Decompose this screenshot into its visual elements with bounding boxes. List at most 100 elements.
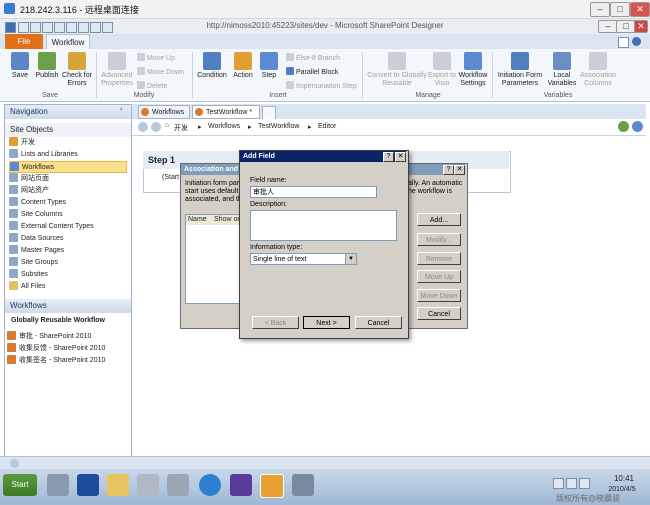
nav-item-data-sources[interactable]: Data Sources [9,233,127,245]
nav-item-site[interactable]: 开发 [9,137,127,149]
initiation-form-parameters-button[interactable]: Initiation Form Parameters [495,52,545,88]
lists-icon [9,149,18,158]
tools-icon[interactable] [137,474,159,496]
settings-icon[interactable] [167,474,189,496]
workflow-item-signatures[interactable]: 收集签名 - SharePoint 2010 [7,355,125,367]
back-icon[interactable] [138,122,148,132]
condition-button[interactable]: Condition [196,52,228,80]
nav-item-subsites[interactable]: Subsites [9,269,127,281]
server-manager-icon[interactable] [47,474,69,496]
add-field-help-button[interactable]: ? [383,152,394,162]
app-close-button[interactable]: ✕ [634,20,648,33]
workflows-section-header[interactable]: Workflows [5,299,131,313]
add-field-cancel-button[interactable]: Cancel [355,316,402,329]
tray-flag-icon[interactable] [553,478,564,489]
advanced-properties-button[interactable]: Advanced Properties [99,52,135,88]
back-button[interactable]: < Back [252,316,299,329]
move-up-column-button[interactable]: Move Up [417,270,461,283]
move-up-button[interactable]: Move Up [137,53,175,62]
tab-workflow[interactable]: Workflow [46,34,90,50]
status-bar [0,456,650,470]
add-field-close-button[interactable]: ✕ [395,152,406,162]
publish-icon [38,52,56,70]
add-button[interactable]: Add... [417,213,461,226]
step-button[interactable]: Step [258,52,280,80]
visual-studio-icon[interactable] [230,474,252,496]
impersonation-step-button[interactable]: Impersonation Step [286,81,357,90]
remove-button[interactable]: Remove [417,252,461,265]
column-header-show-on[interactable]: Show on [212,215,242,225]
minimize-button[interactable]: – [590,2,610,17]
restore-button[interactable]: □ [610,2,630,17]
convert-globally-reusable-button[interactable]: Convert to Globally Reusable [366,52,428,88]
sharepoint-designer-icon[interactable] [260,474,284,498]
workflow-item-feedback[interactable]: 收集反馈 - SharePoint 2010 [7,343,125,355]
new-tab-icon[interactable] [262,106,276,120]
delete-button[interactable]: Delete [137,81,167,90]
tab-file[interactable]: File [5,34,43,49]
group-insert-label: Insert [269,92,287,99]
tray-network-icon[interactable] [566,478,577,489]
association-columns-button[interactable]: Association Columns [578,52,618,88]
powershell-icon[interactable] [77,474,99,496]
nav-item-workflows[interactable]: Workflows [9,161,127,173]
explorer-icon[interactable] [107,474,129,496]
site-objects-header[interactable]: Site Objects [5,123,131,137]
move-down-button[interactable]: Move Down [137,67,184,76]
nav-item-master-pages[interactable]: Master Pages [9,245,127,257]
workflow-item-approval[interactable]: 审批 - SharePoint 2010 [7,331,125,343]
check-errors-button[interactable]: Check for Errors [62,52,92,88]
nav-item-site-groups[interactable]: Site Groups [9,257,127,269]
home-icon[interactable]: ⌂ [165,122,169,129]
breadcrumb-site[interactable]: 开发 [174,123,188,133]
assoc-cancel-button[interactable]: Cancel [417,307,461,320]
app-restore-button[interactable]: □ [616,20,636,33]
nav-item-all-files[interactable]: All Files [9,281,127,293]
nav-item-lists[interactable]: Lists and Libraries [9,149,127,161]
ribbon-minimize-icon[interactable] [618,37,629,48]
collapse-nav-icon[interactable]: ‹ [120,106,122,113]
breadcrumb-testworkflow[interactable]: TestWorkflow [258,123,300,130]
tray-volume-icon[interactable] [579,478,590,489]
dropdown-arrow-icon[interactable]: ▼ [345,254,356,264]
step-icon [260,52,278,70]
workflow-settings-button[interactable]: Workflow Settings [456,52,490,88]
nav-item-external-content-types[interactable]: External Content Types [9,221,127,233]
next-button[interactable]: Next > [303,316,350,329]
remote-desktop-icon[interactable] [292,474,314,496]
breadcrumb-separator: ▸ [308,124,312,131]
export-visio-button[interactable]: Export to Visio [428,52,456,88]
parallel-block-button[interactable]: Parallel Block [286,67,338,76]
help-icon[interactable] [632,37,641,46]
nav-item-site-assets[interactable]: 网站资产 [9,185,127,197]
assoc-help-button[interactable]: ? [443,165,454,175]
clock-date[interactable]: 2010/4/5 [599,486,645,493]
close-button[interactable]: ✕ [630,2,650,17]
publish-button[interactable]: Publish [33,52,61,80]
assoc-close-button[interactable]: ✕ [454,165,465,175]
step-text: (Start [162,174,180,181]
move-down-column-button[interactable]: Move Down [417,289,461,302]
local-variables-button[interactable]: Local Variables [546,52,578,88]
else-if-branch-button[interactable]: Else-If Branch [286,53,340,62]
internet-explorer-icon[interactable] [199,474,221,496]
save-button[interactable]: Save [8,52,32,80]
nav-item-site-columns[interactable]: Site Columns [9,209,127,221]
description-input[interactable] [250,210,397,241]
app-minimize-button[interactable]: – [598,20,618,33]
clock-time[interactable]: 10:41 [604,474,644,483]
forward-icon[interactable] [151,122,161,132]
refresh-icon[interactable] [618,121,629,132]
action-button[interactable]: Action [230,52,256,80]
modify-button[interactable]: Modify... [417,233,461,246]
field-name-input[interactable]: 审批人 [250,186,377,198]
breadcrumb-workflows[interactable]: Workflows [208,123,240,130]
information-type-select[interactable]: Single line of text ▼ [250,253,357,265]
assoc-columns-list[interactable] [185,214,243,304]
nav-item-site-pages[interactable]: 网站页面 [9,173,127,185]
navigate-icon[interactable] [632,121,643,132]
start-button[interactable]: Start [3,474,37,496]
nav-item-content-types[interactable]: Content Types [9,197,127,209]
breadcrumb-editor[interactable]: Editor [318,123,336,130]
column-header-name[interactable]: Name [186,215,213,225]
